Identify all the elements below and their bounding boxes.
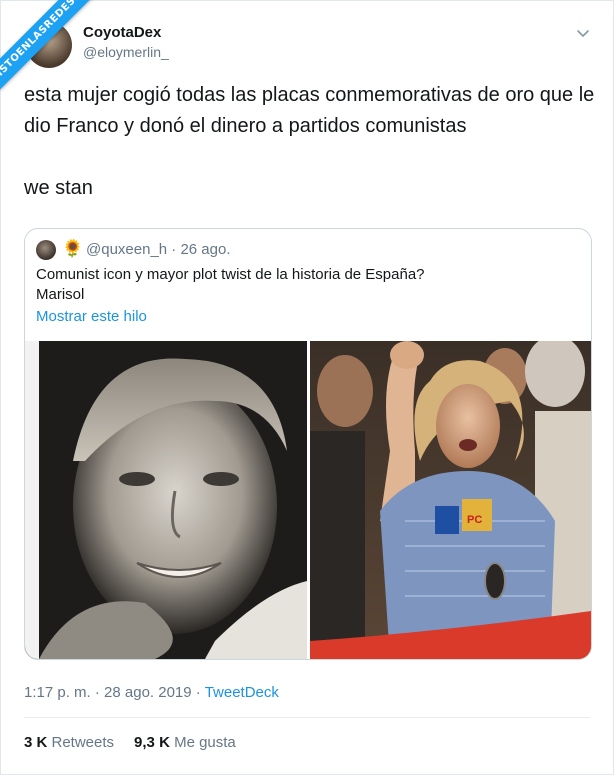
likes-label: Me gusta	[169, 734, 236, 751]
quoted-author-handle-date: @quxeen_h · 26 ago.	[86, 241, 231, 258]
chevron-down-icon[interactable]	[574, 24, 592, 42]
quoted-tweet[interactable]: 🌻 @quxeen_h · 26 ago. Comunist icon y ma…	[24, 228, 592, 660]
show-thread-link[interactable]: Mostrar este hilo	[36, 308, 147, 325]
svg-text:PC: PC	[467, 514, 482, 526]
quoted-author-avatar	[36, 240, 56, 260]
tweet-text-line: esta mujer cogió todas las placas conmem…	[24, 84, 595, 137]
sunflower-icon: 🌻	[62, 239, 84, 258]
photo-protest[interactable]: PC	[310, 341, 591, 659]
timestamp-text[interactable]: 1:17 p. m. · 28 ago. 2019 ·	[24, 684, 205, 701]
retweets-stat[interactable]: 3 K Retweets	[24, 734, 114, 751]
retweets-label: Retweets	[47, 734, 115, 751]
photo-child[interactable]	[25, 341, 307, 659]
quoted-media[interactable]: PC	[25, 341, 591, 659]
likes-stat[interactable]: 9,3 K Me gusta	[134, 734, 236, 751]
divider	[24, 717, 590, 718]
quoted-text-line: Marisol	[36, 286, 85, 303]
author-name[interactable]: CoyotaDex	[83, 24, 161, 41]
likes-count: 9,3 K	[134, 734, 170, 751]
quoted-text-line: Comunist icon y mayor plot twist de la h…	[36, 266, 425, 283]
source-app-link[interactable]: TweetDeck	[205, 684, 279, 701]
quoted-tweet-text: Comunist icon y mayor plot twist de la h…	[36, 265, 576, 305]
tweet-text-line: we stan	[24, 177, 93, 199]
tweet-timestamp[interactable]: 1:17 p. m. · 28 ago. 2019 · TweetDeck	[24, 684, 279, 701]
retweets-count: 3 K	[24, 734, 48, 751]
tweet-text: esta mujer cogió todas las placas conmem…	[24, 80, 599, 204]
engagement-stats: 3 K Retweets 9,3 K Me gusta	[24, 734, 236, 751]
author-handle[interactable]: @eloymerlin_	[83, 44, 169, 60]
